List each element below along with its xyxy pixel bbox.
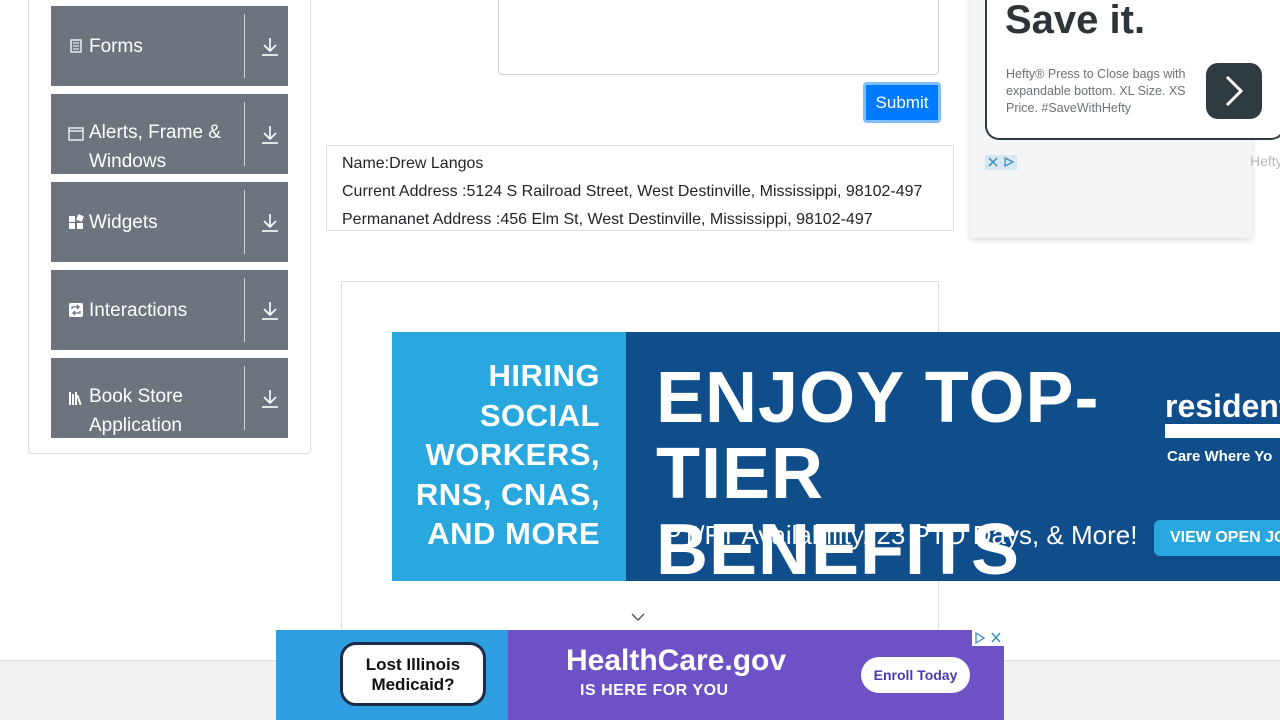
ad-next-button[interactable] [1206,63,1262,119]
sidebar-group-alerts[interactable]: Alerts, Frame & Windows [51,94,288,174]
sidebar-group-label: Book Store Application [89,386,183,436]
banner-ad[interactable]: HIRING SOCIAL WORKERS, RNS, CNAS, AND MO… [392,332,1280,581]
download-icon[interactable] [253,386,287,412]
right-ad-headline: Save it. [1005,0,1146,42]
ad-choices-icon[interactable] [985,155,1017,170]
permanent-address-textarea[interactable] [498,0,939,75]
divider [244,366,245,430]
sidebar-panel: Forms Alerts, Frame & Windows Widgets In… [28,0,311,454]
sidebar-group-label: Forms [89,36,143,57]
window-icon [68,126,84,142]
interactions-icon [68,302,84,318]
chevron-down-icon[interactable] [629,610,647,624]
download-icon[interactable] [253,34,287,60]
enroll-button[interactable]: Enroll Today [861,657,970,693]
widgets-icon [68,214,84,230]
output-name: Name:Drew Langos [342,155,484,172]
right-ad-brand: Hefty [1250,153,1280,169]
bottom-ad-subtitle: IS HERE FOR YOU [580,682,729,699]
bottom-ad-bubble: Lost Illinois Medicaid? [340,642,486,706]
sidebar-group-bookstore[interactable]: Book Store Application [51,358,288,438]
sidebar-group-forms[interactable]: Forms [51,6,288,86]
output-current-address: Current Address :5124 S Railroad Street,… [342,183,923,200]
banner-service-tags [1165,424,1280,438]
bottom-ad[interactable]: Lost Illinois Medicaid? HealthCare.gov I… [276,630,1004,720]
download-icon[interactable] [253,122,287,148]
banner-cta-button[interactable]: VIEW OPEN JO [1154,520,1280,556]
banner-tagline: Care Where Yo [1167,448,1273,465]
divider [244,190,245,254]
submit-button[interactable]: Submit [863,82,941,123]
sidebar-group-interactions[interactable]: Interactions [51,270,288,350]
form-icon [68,38,84,54]
sidebar-group-label: Widgets [89,212,158,233]
output-box: Name:Drew Langos Current Address :5124 S… [326,145,954,231]
banner-subline: PT/FT Availability, 23 PTO Days, & More! [664,520,1138,550]
divider [244,14,245,78]
sidebar-group-widgets[interactable]: Widgets [51,182,288,262]
ad-choices-icon[interactable] [972,630,1004,646]
bottom-ad-title: HealthCare.gov [566,644,787,677]
page: Forms Alerts, Frame & Windows Widgets In… [0,0,1280,720]
right-ad-copy: Hefty® Press to Close bags with expandab… [1006,67,1186,115]
download-icon[interactable] [253,298,287,324]
sidebar-group-label: Interactions [89,300,188,321]
download-icon[interactable] [253,210,287,236]
sidebar-group-label: Alerts, Frame & Windows [89,122,221,172]
chevron-right-icon [1225,75,1244,107]
books-icon [68,390,84,406]
divider [244,102,245,166]
output-permanent-address: Permananet Address :456 Elm St, West Des… [342,211,873,228]
banner-hiring-text: HIRING SOCIAL WORKERS, RNS, CNAS, AND MO… [415,358,600,552]
divider [244,278,245,342]
banner-brand: resident [1165,388,1280,424]
